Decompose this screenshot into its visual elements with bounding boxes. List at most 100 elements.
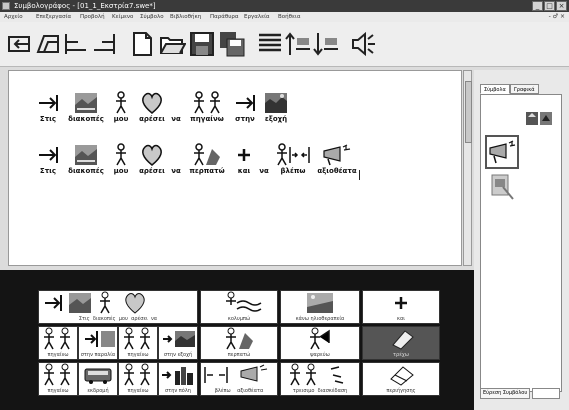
- menu-item-file[interactable]: Αρχείο: [4, 12, 23, 22]
- symbol-word[interactable]: διακοπές: [65, 91, 107, 123]
- menu-bar: Αρχείο Επεξεργασία Προβολή Κείμενο Σύμβο…: [0, 12, 569, 22]
- arrow-right-icon: [39, 147, 58, 163]
- close-button[interactable]: ×: [556, 1, 567, 11]
- window-title: Συμβολογράφος - [01_1_Εκστρία7.swe*]: [14, 2, 156, 10]
- heart-icon: [142, 92, 162, 114]
- document-graphic-icon[interactable]: [489, 173, 517, 201]
- grid-cell-see-sights[interactable]: βλέπω αξιοθέατα: [200, 362, 278, 396]
- symbol-word[interactable]: να: [257, 143, 271, 175]
- grid-cell-go[interactable]: πηγαίνω: [118, 362, 158, 396]
- new-document-icon[interactable]: [128, 30, 156, 58]
- grid-cell-label: πηγαίνω: [47, 388, 69, 394]
- symbol-word[interactable]: στην: [231, 91, 259, 123]
- grid-cell-beach[interactable]: στην παραλία: [78, 326, 118, 360]
- menu-item-windows[interactable]: Παράθυρα: [210, 12, 239, 22]
- dancing-people-icon: [290, 363, 344, 386]
- maximize-button[interactable]: □: [544, 1, 555, 11]
- symbol-word[interactable]: αρέσει: [135, 143, 169, 175]
- symbol-word[interactable]: διακοπές: [65, 143, 107, 175]
- symbol-word[interactable]: εξοχή: [261, 91, 291, 123]
- word-label: να: [171, 115, 181, 123]
- app-icon: [2, 2, 10, 10]
- symbol-word[interactable]: βλέπω: [273, 143, 313, 175]
- tab-graphics[interactable]: Γραφικά: [510, 84, 539, 94]
- word-label: αξιοθέατα: [317, 167, 357, 175]
- scrollbar-thumb[interactable]: [465, 81, 472, 143]
- sunbathe-icon: [307, 293, 333, 313]
- tab-symbols[interactable]: Σύμβολα: [480, 84, 510, 94]
- symbol-search: Εύρεση Συμβόλου: [480, 388, 560, 399]
- symbol-word[interactable]: να: [169, 91, 183, 123]
- insert-above-icon[interactable]: [284, 30, 312, 58]
- countryside-icon: [163, 331, 195, 347]
- bus-icon: [84, 368, 112, 384]
- document-area[interactable]: Στις διακοπές μου αρέσει να πηγαίνω στην: [8, 70, 462, 266]
- minimize-button[interactable]: _: [532, 1, 543, 11]
- grid-cell-label: πηγαίνω: [127, 388, 149, 394]
- grid-cell-city[interactable]: στην πόλη: [158, 362, 198, 396]
- grid-cell-phrase[interactable]: Στις διακοπές μου αρέσει να: [38, 290, 198, 324]
- symbol-list[interactable]: [480, 94, 562, 392]
- grid-cell-fun[interactable]: τρεισιμο διασκέδαση: [280, 362, 360, 396]
- indent-right-icon[interactable]: [34, 30, 62, 58]
- library-icon[interactable]: [525, 109, 553, 127]
- person-icon: [116, 91, 126, 114]
- symbol-word[interactable]: και: [231, 143, 257, 175]
- landscape-icon: [75, 145, 97, 165]
- align-right-icon[interactable]: [90, 30, 118, 58]
- symbol-word[interactable]: αξιοθέατα: [317, 143, 357, 175]
- search-label: Εύρεση Συμβόλου: [480, 388, 531, 399]
- grid-cell-go[interactable]: πηγαίνω: [38, 326, 78, 360]
- grid-cell-excursion[interactable]: εκδρομή: [78, 362, 118, 396]
- grid-cell-sunbathe[interactable]: κάνω ηλιοθεραπεία: [280, 290, 360, 324]
- eraser-outline-icon: [390, 366, 414, 386]
- walking-person-icon: [194, 143, 220, 166]
- arrow-right-icon: [39, 95, 58, 111]
- grid-cell-fish[interactable]: ψαρεύω: [280, 326, 360, 360]
- grid-cell-swim[interactable]: κολυμπώ: [200, 290, 278, 324]
- grid-cell-run[interactable]: τρέχω: [362, 326, 440, 360]
- two-people-walking-icon: [44, 363, 70, 386]
- grid-cell-go[interactable]: πηγαίνω: [38, 362, 78, 396]
- menu-item-tools[interactable]: Εργαλεία: [244, 12, 270, 22]
- symbol-word[interactable]: Στις: [33, 91, 63, 123]
- word-label: αρέσει: [139, 167, 165, 175]
- save-icon[interactable]: [188, 30, 216, 58]
- grid-cell-countryside[interactable]: στην εξοχή: [158, 326, 198, 360]
- menu-item-symbol[interactable]: Σύμβολο: [140, 12, 164, 22]
- search-input[interactable]: [531, 388, 560, 399]
- menu-item-edit[interactable]: Επεξεργασία: [36, 12, 71, 22]
- symbol-word[interactable]: Στις: [33, 143, 63, 175]
- symbol-item-selected[interactable]: [485, 135, 519, 169]
- swim-icon: [226, 291, 262, 312]
- grid-cell-tour[interactable]: περιήγησης: [362, 362, 440, 396]
- align-left-icon[interactable]: [62, 30, 90, 58]
- word-label: να: [259, 167, 269, 175]
- symbol-word[interactable]: πηγαίνω: [185, 91, 229, 123]
- word-label: και: [237, 167, 251, 175]
- symbol-word[interactable]: μου: [109, 143, 133, 175]
- mdi-controls[interactable]: - ♂ ×: [549, 12, 565, 22]
- grid-cell-walk[interactable]: περπατώ: [200, 326, 278, 360]
- justify-icon[interactable]: [256, 30, 284, 58]
- open-folder-icon[interactable]: [158, 30, 186, 58]
- symbol-word[interactable]: περπατώ: [185, 143, 229, 175]
- insert-below-icon[interactable]: [312, 30, 340, 58]
- symbol-word[interactable]: μου: [109, 91, 133, 123]
- grid-cell-label: στην εξοχή: [163, 352, 193, 358]
- symbol-word[interactable]: να: [169, 143, 183, 175]
- speaker-icon[interactable]: [350, 30, 378, 58]
- menu-item-library[interactable]: Βιβλιοθήκη: [170, 12, 201, 22]
- menu-item-text[interactable]: Κείμενο: [112, 12, 133, 22]
- indent-left-icon[interactable]: [6, 30, 34, 58]
- document-scrollbar[interactable]: [463, 70, 472, 266]
- menu-item-view[interactable]: Προβολή: [80, 12, 105, 22]
- grid-cell-label: περιήγησης: [386, 388, 416, 394]
- grid-cell-label: κολυμπώ: [227, 316, 251, 322]
- symbol-word[interactable]: αρέσει: [135, 91, 169, 123]
- title-bar: Συμβολογράφος - [01_1_Εκστρία7.swe*] _ □…: [0, 0, 569, 12]
- menu-item-help[interactable]: Βοήθεια: [278, 12, 300, 22]
- save-as-icon[interactable]: [218, 30, 246, 58]
- grid-cell-and[interactable]: και: [362, 290, 440, 324]
- grid-cell-go[interactable]: πηγαίνω: [118, 326, 158, 360]
